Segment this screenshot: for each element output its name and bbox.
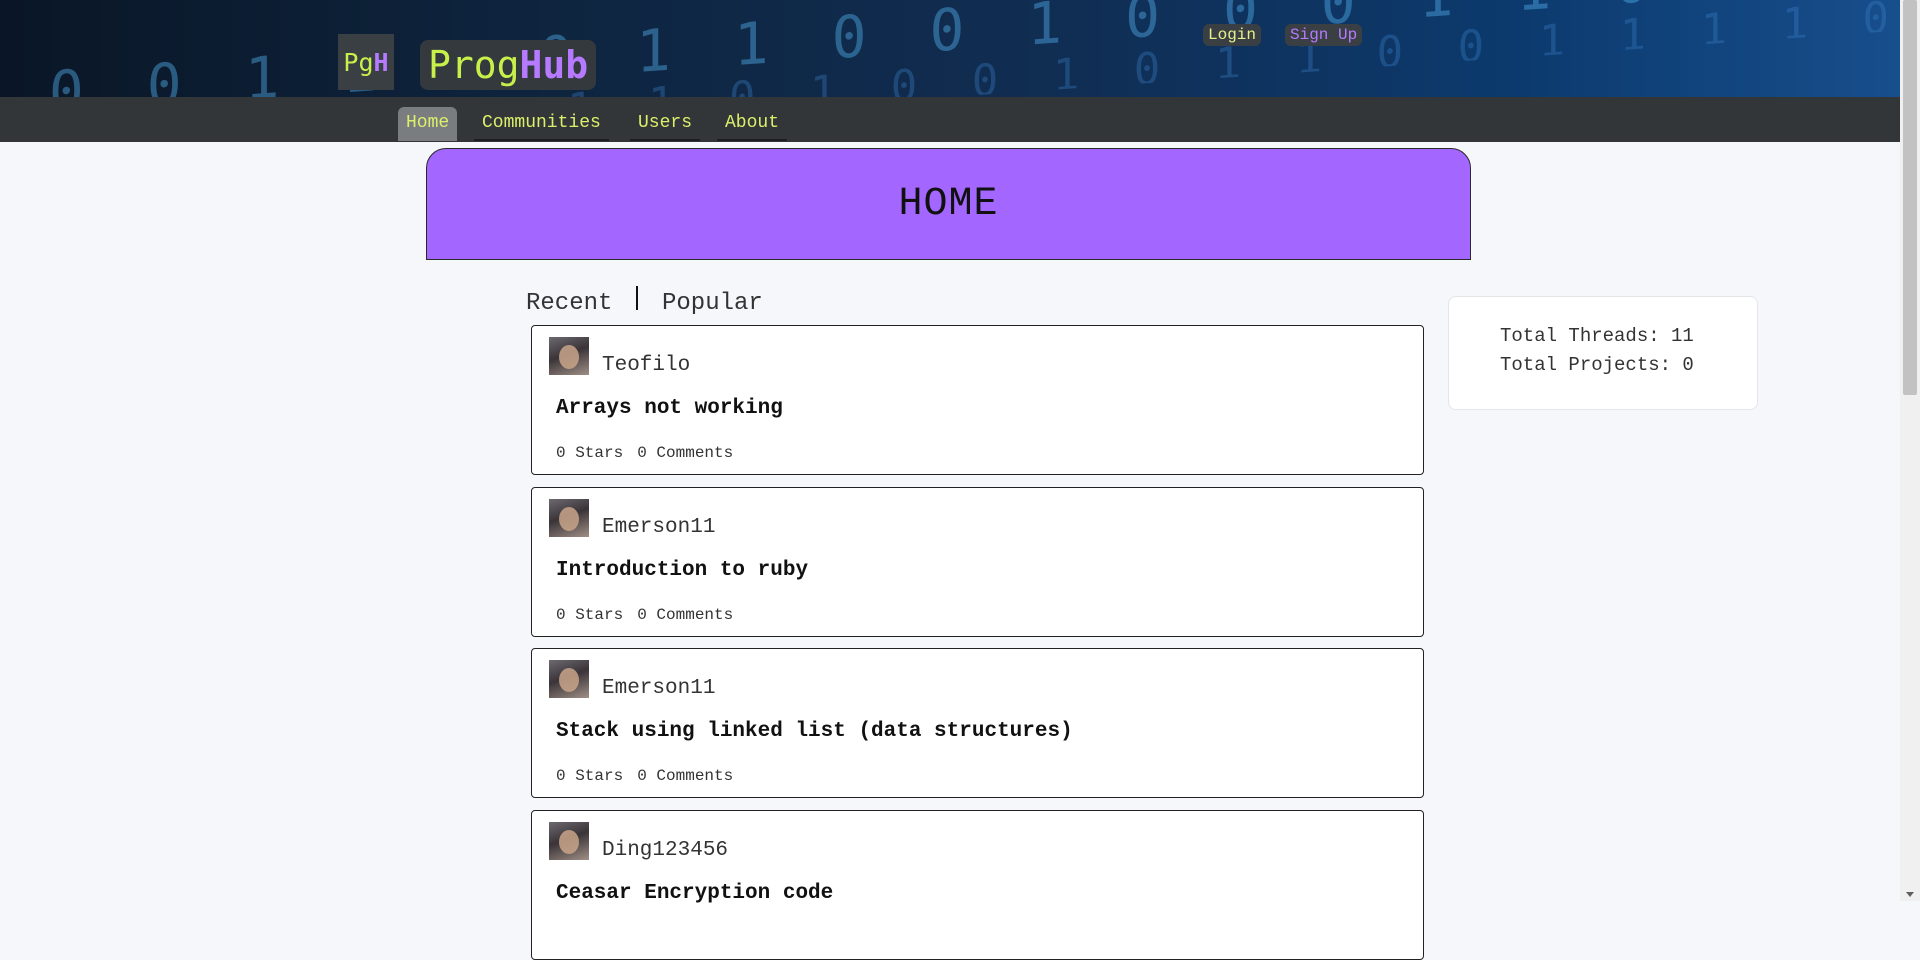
thread-card[interactable]: Teofilo Arrays not working 0 Stars 0 Comm…: [531, 325, 1424, 475]
scrollbar-thumb[interactable]: [1903, 0, 1917, 395]
thread-stars: 0 Stars: [556, 767, 624, 785]
nav-bar: Home Communities Users About: [0, 97, 1900, 142]
thread-username[interactable]: Teofilo: [602, 354, 690, 377]
nav-users[interactable]: Users: [630, 109, 701, 141]
thread-title[interactable]: Stack using linked list (data structures…: [556, 720, 1073, 743]
total-threads: Total Threads: 11: [1500, 325, 1694, 347]
thread-stars: 0 Stars: [556, 444, 624, 462]
thread-card[interactable]: Emerson11 Introduction to ruby 0 Stars 0 …: [531, 487, 1424, 637]
brand-name[interactable]: Prog Hub: [420, 40, 597, 90]
thread-comments: 0 Comments: [637, 767, 734, 785]
nav-about[interactable]: About: [717, 109, 788, 141]
thread-username[interactable]: Ding123456: [602, 839, 728, 862]
stats-panel: Total Threads: 11 Total Projects: 0: [1448, 296, 1758, 410]
thread-stars: 0 Stars: [556, 606, 624, 624]
thread-card[interactable]: Emerson11 Stack using linked list (data …: [531, 648, 1424, 798]
brand-hub-text: Hub: [519, 43, 589, 87]
logo-pg-text: Pg: [343, 47, 374, 77]
binary-background: 0 0 1 1 0 0 1 1 0 0 1 0 0 0 1 1 0 0 0 1 …: [0, 0, 1900, 97]
thread-meta: 0 Stars 0 Comments: [556, 606, 747, 624]
thread-meta: 0 Stars 0 Comments: [556, 767, 747, 785]
thread-username[interactable]: Emerson11: [602, 516, 715, 539]
logo-h-text: H: [373, 47, 389, 77]
avatar[interactable]: [549, 499, 589, 537]
page-title: HOME: [898, 181, 999, 227]
thread-title[interactable]: Arrays not working: [556, 397, 783, 420]
signup-button[interactable]: Sign Up: [1285, 24, 1363, 46]
login-button[interactable]: Login: [1203, 24, 1262, 46]
avatar[interactable]: [549, 337, 589, 375]
tab-recent[interactable]: Recent: [526, 290, 612, 317]
tab-divider: [636, 286, 638, 310]
total-projects: Total Projects: 0: [1500, 354, 1694, 376]
scroll-down-arrow-icon[interactable]: [1906, 892, 1914, 897]
thread-card[interactable]: Ding123456 Ceasar Encryption code: [531, 810, 1424, 960]
avatar[interactable]: [549, 822, 589, 860]
header-banner: 0 0 1 1 0 0 1 1 0 0 1 0 0 0 1 1 0 0 0 1 …: [0, 0, 1900, 97]
scrollbar[interactable]: [1900, 0, 1920, 901]
thread-title[interactable]: Ceasar Encryption code: [556, 882, 833, 905]
avatar[interactable]: [549, 660, 589, 698]
page-header: HOME: [426, 148, 1471, 260]
logo-icon[interactable]: Pg H: [338, 34, 394, 90]
nav-home[interactable]: Home: [398, 107, 458, 141]
tab-popular[interactable]: Popular: [662, 290, 763, 317]
brand-prog-text: Prog: [428, 43, 520, 87]
thread-meta: 0 Stars 0 Comments: [556, 444, 747, 462]
thread-username[interactable]: Emerson11: [602, 677, 715, 700]
thread-title[interactable]: Introduction to ruby: [556, 559, 808, 582]
nav-communities[interactable]: Communities: [474, 109, 609, 141]
thread-comments: 0 Comments: [637, 444, 734, 462]
thread-comments: 0 Comments: [637, 606, 734, 624]
